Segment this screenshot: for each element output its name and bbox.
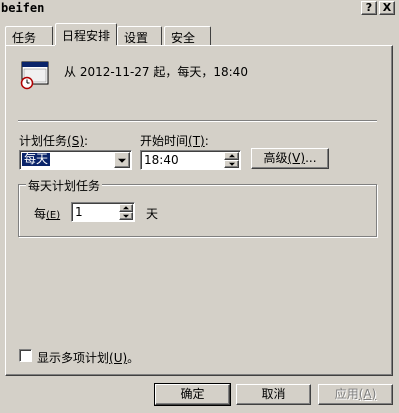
start-time-suffix: : [204, 134, 209, 148]
ok-button-label: 确定 [180, 387, 205, 401]
start-time-mnemonic: (T) [188, 134, 205, 148]
close-button[interactable]: X [379, 1, 395, 15]
every-days-value: 1 [75, 205, 83, 219]
tab-security-label: 安全 [171, 31, 196, 45]
advanced-button-suffix: ... [305, 151, 317, 165]
start-time-label: 开始时间(T): [140, 132, 209, 149]
tab-task-label: 任务 [12, 31, 37, 45]
arrow-down-icon [228, 162, 235, 166]
days-unit-label: 天 [146, 207, 159, 221]
apply-button-label: 应用 [334, 387, 359, 401]
advanced-button-mnemonic: (V) [287, 151, 306, 165]
cancel-button-label: 取消 [261, 387, 286, 401]
show-multiple-schedules-label[interactable]: 显示多项计划(U)。 [37, 349, 139, 366]
ok-button[interactable]: 确定 [154, 383, 231, 406]
schedule-task-suffix: : [84, 134, 89, 148]
arrow-up-icon [123, 206, 129, 210]
schedule-task-combo[interactable]: 每天 [19, 150, 132, 170]
schedule-task-mnemonic: (S) [67, 134, 84, 148]
arrow-up-icon [228, 154, 235, 158]
every-label-text: 每 [34, 207, 47, 221]
advanced-button-label: 高级 [263, 151, 288, 165]
apply-button[interactable]: 应用(A) [318, 384, 393, 405]
every-days-field[interactable]: 1 [71, 202, 135, 222]
show-multiple-suffix: 。 [127, 351, 140, 365]
tab-settings-label: 设置 [124, 31, 149, 45]
cancel-button[interactable]: 取消 [236, 384, 311, 405]
show-multiple-mnemonic: (U) [109, 351, 128, 365]
start-time-down-button[interactable] [224, 160, 239, 168]
every-mnemonic: (E) [46, 210, 61, 221]
every-days-down-button[interactable] [119, 212, 133, 220]
tab-task[interactable]: 任务 [5, 26, 53, 46]
tab-schedule-label: 日程安排 [62, 29, 111, 43]
start-time-label-text: 开始时间 [140, 134, 189, 148]
help-button[interactable]: ? [361, 1, 377, 15]
window-title: beifen [1, 1, 45, 15]
start-time-value: 18:40 [144, 153, 179, 167]
schedule-task-dropdown-button[interactable] [114, 152, 130, 168]
daily-schedule-group-title: 每天计划任务 [26, 177, 103, 194]
apply-button-mnemonic: (A) [358, 387, 377, 401]
tab-schedule[interactable]: 日程安排 [55, 23, 117, 48]
close-icon: X [382, 1, 392, 14]
tab-settings[interactable]: 设置 [117, 26, 162, 46]
separator [18, 120, 377, 122]
schedule-task-value: 每天 [20, 152, 52, 167]
schedule-task-label: 计划任务(S): [19, 132, 88, 149]
show-multiple-schedules-checkbox[interactable] [19, 349, 32, 362]
scheduled-task-dialog: beifen ? X 任务 日程安排 设置 安全 从 2012-11-27 起，… [0, 0, 399, 413]
title-bar: beifen ? X [0, 0, 399, 18]
every-label: 每(E) [34, 205, 60, 222]
advanced-button[interactable]: 高级(V)... [251, 148, 329, 169]
schedule-summary: 从 2012-11-27 起，每天，18:40 [64, 65, 248, 79]
calendar-clock-icon [20, 61, 49, 90]
show-multiple-label-text: 显示多项计划 [37, 351, 110, 365]
chevron-down-icon [118, 158, 126, 163]
start-time-field[interactable]: 18:40 [140, 150, 241, 170]
start-time-up-button[interactable] [224, 152, 239, 160]
help-icon: ? [365, 1, 373, 14]
schedule-task-label-text: 计划任务 [19, 134, 68, 148]
arrow-down-icon [123, 214, 129, 218]
tab-security[interactable]: 安全 [164, 26, 211, 46]
every-days-up-button[interactable] [119, 204, 133, 212]
